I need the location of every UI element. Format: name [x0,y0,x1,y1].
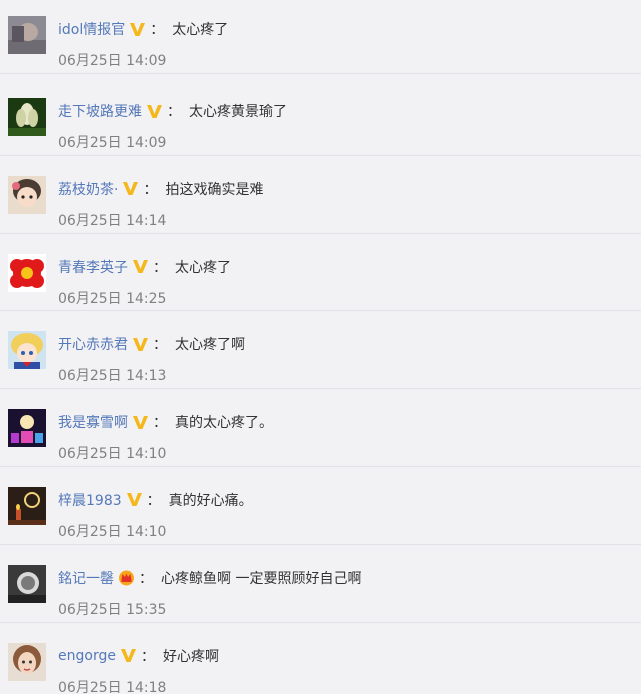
comment-time: 06月25日 14:10 [58,446,167,463]
avatar[interactable] [8,331,46,370]
comment-line: 开心赤赤君 ： 太心疼了啊 [58,332,245,356]
v-badge-icon [123,182,139,196]
comment-item: idol情报官 ： 太心疼了 06月25日 14:09 [0,0,641,74]
comment-item: 我是寡雪啊 ： 真的太心疼了。 06月25日 14:10 [0,389,641,467]
comment-time: 06月25日 14:10 [58,523,167,540]
comment-time: 06月25日 15:35 [58,601,167,618]
username-link[interactable]: 我是寡雪啊 [58,412,128,432]
crown-badge-icon [119,570,134,586]
comment-line: 我是寡雪啊 ： 真的太心疼了。 [58,410,273,434]
avatar[interactable] [8,98,46,136]
username-link[interactable]: engorge [58,648,116,664]
comment-line: 荔枝奶茶· ： 拍这戏确实是难 [58,177,263,201]
comment-item: 青春李英子 ： 太心疼了 06月25日 14:25 [0,234,641,312]
v-badge-icon [126,493,142,507]
username-link[interactable]: 开心赤赤君 [58,334,128,354]
comment-item: 开心赤赤君 ： 太心疼了啊 06月25日 14:13 [0,311,641,390]
username-link[interactable]: 銘记一罄 [58,568,114,588]
colon: ： [143,181,158,198]
colon: ： [167,104,181,120]
colon: ： [150,22,165,38]
comment-line: 梓晨1983 ： 真的好心痛。 [58,488,253,512]
v-badge-icon [133,337,148,351]
username-link[interactable]: 梓晨1983 [58,490,122,510]
avatar[interactable] [8,564,46,603]
comment-line: idol情报官 ： 太心疼了 [58,17,228,41]
comment-text: 真的好心痛。 [168,492,253,509]
comment-line: 青春李英子 ： 太心疼了 [58,255,231,279]
comment-time: 06月25日 14:25 [58,290,167,307]
comment-item: 走下坡路更难 ： 太心疼黄景瑜了 06月25日 14:09 [0,78,641,156]
comment-time: 06月25日 14:09 [58,135,167,151]
comment-line: 走下坡路更难 ： 太心疼黄景瑜了 [58,99,287,123]
comment-text: 太心疼了 [175,259,231,276]
comment-item: 梓晨1983 ： 真的好心痛。 06月25日 14:10 [0,467,641,545]
username-link[interactable]: 荔枝奶茶· [58,179,118,199]
comment-line: 銘记一罄 ： 心疼鲸鱼啊 一定要照顾好自己啊 [58,566,361,590]
username-link[interactable]: idol情报官 [58,19,125,39]
v-badge-icon [133,415,148,429]
colon: ： [140,648,155,665]
username-link[interactable]: 走下坡路更难 [58,101,142,121]
comment-time: 06月25日 14:14 [58,212,167,229]
comment-text: 拍这戏确实是难 [165,181,264,198]
colon: ： [153,337,167,354]
avatar[interactable] [8,486,46,525]
comment-time: 06月25日 14:13 [58,368,167,385]
comment-item: engorge ： 好心疼啊 06月25日 14:18 [0,623,641,694]
colon: ： [153,415,167,432]
v-badge-icon [120,649,136,663]
avatar[interactable] [8,409,46,448]
v-badge-icon [147,104,162,118]
v-badge-icon [130,22,146,36]
comment-text: 好心疼啊 [162,648,219,665]
comment-text: 真的太心疼了。 [175,415,273,432]
comment-item: 荔枝奶茶· ： 拍这戏确实是难 06月25日 14:14 [0,156,641,234]
avatar[interactable] [8,175,46,214]
colon: ： [153,259,167,276]
comment-time: 06月25日 14:18 [58,679,167,694]
comment-item: 銘记一罄 ： 心疼鲸鱼啊 一定要照顾好自己啊 06月25日 15:35 [0,545,641,623]
comment-text: 心疼鲸鱼啊 一定要照顾好自己啊 [161,570,362,587]
comment-text: 太心疼了 [172,22,229,38]
avatar[interactable] [8,253,46,292]
colon: ： [139,570,153,587]
comment-line: engorge ： 好心疼啊 [58,644,219,668]
comment-list: idol情报官 ： 太心疼了 06月25日 14:09 走下坡路更难 ： 太心疼… [0,0,641,694]
comment-time: 06月25日 14:09 [58,53,167,69]
v-badge-icon [133,260,148,274]
avatar[interactable] [8,16,46,54]
comment-text: 太心疼了啊 [175,337,245,354]
username-link[interactable]: 青春李英子 [58,257,128,277]
colon: ： [146,492,161,509]
comment-text: 太心疼黄景瑜了 [189,104,287,120]
avatar[interactable] [8,642,46,681]
